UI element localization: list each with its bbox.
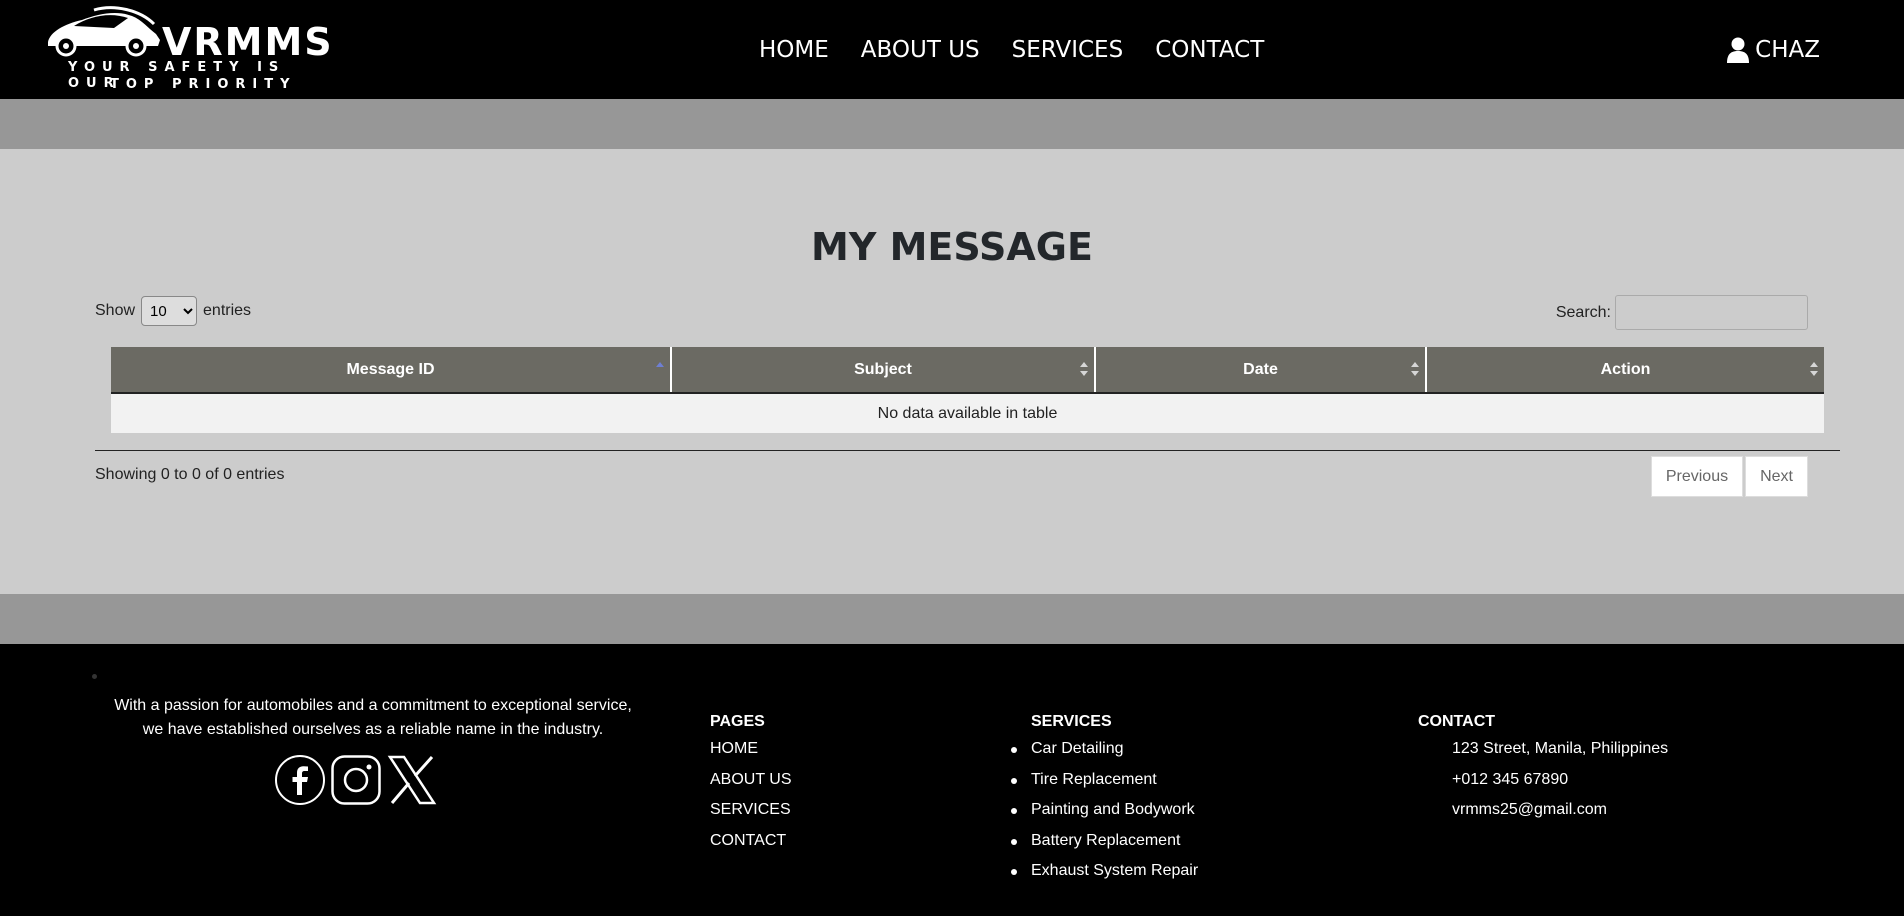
- facebook-icon[interactable]: [275, 755, 325, 805]
- column-header-message-id[interactable]: Message ID: [111, 347, 672, 394]
- column-label: Subject: [854, 360, 912, 378]
- nav-about-us[interactable]: ABOUT US: [861, 34, 980, 66]
- search-input[interactable]: [1615, 295, 1808, 330]
- instagram-icon[interactable]: [331, 755, 381, 805]
- footer-pages-heading: PAGES: [710, 713, 765, 730]
- list-item: Battery Replacement: [1005, 831, 1198, 862]
- sort-ascending-icon: [656, 362, 664, 376]
- footer-about-text: With a passion for automobiles and a com…: [114, 697, 632, 738]
- main-content: MY MESSAGE Show 10 entries Search: Messa…: [0, 149, 1904, 594]
- user-icon: [1727, 37, 1750, 63]
- column-header-action[interactable]: Action: [1426, 347, 1824, 394]
- sort-icon: [1810, 362, 1818, 376]
- footer-link-about-us[interactable]: ABOUT US: [710, 770, 792, 801]
- site-logo[interactable]: VRMMS YOUR SAFETY IS OUR TOP PRIORITY: [44, 6, 344, 94]
- search-label: Search:: [1555, 303, 1611, 321]
- sort-icon: [1411, 362, 1419, 376]
- entries-label: entries: [203, 302, 252, 319]
- logo-tagline-line2: TOP PRIORITY: [110, 77, 297, 92]
- contact-phone: +012 345 67890: [1452, 770, 1569, 788]
- page-length-select[interactable]: 10: [141, 296, 198, 326]
- empty-table-message: No data available in table: [111, 393, 1824, 433]
- table-divider: [95, 450, 1840, 451]
- list-item: Car Detailing: [1005, 739, 1198, 770]
- contact-address: 123 Street, Manila, Philippines: [1452, 740, 1669, 757]
- previous-button[interactable]: Previous: [1650, 456, 1744, 497]
- next-button[interactable]: Next: [1745, 456, 1808, 497]
- show-label: Show: [95, 302, 136, 319]
- footer-contact: CONTACT 123 Street, Manila, Philippines …: [1418, 712, 1668, 831]
- page-length-control: Show 10 entries: [95, 296, 251, 326]
- car-logo-icon: [48, 6, 160, 57]
- page-title: MY MESSAGE: [811, 225, 1093, 269]
- footer-pages: PAGES HOME ABOUT US SERVICES CONTACT: [710, 712, 792, 861]
- x-icon[interactable]: [387, 755, 437, 805]
- bullet-dot: [92, 674, 97, 679]
- column-header-subject[interactable]: Subject: [671, 347, 1096, 394]
- logo-wordmark: VRMMS: [162, 20, 334, 64]
- footer-services-heading: SERVICES: [1031, 713, 1112, 730]
- contact-email[interactable]: vrmms25@gmail.com: [1418, 800, 1668, 831]
- nav-contact[interactable]: CONTACT: [1155, 34, 1264, 66]
- user-menu[interactable]: CHAZ: [1727, 34, 1820, 66]
- footer-link-home[interactable]: HOME: [710, 739, 792, 770]
- footer-band: [0, 594, 1904, 644]
- table-header-row: Message ID Subject Date Action: [111, 347, 1824, 394]
- list-item: Painting and Bodywork: [1005, 800, 1198, 831]
- main-nav: HOME ABOUT US SERVICES CONTACT: [759, 34, 1264, 66]
- table-row: No data available in table: [111, 393, 1824, 433]
- column-label: Date: [1243, 360, 1278, 378]
- nav-services[interactable]: SERVICES: [1012, 34, 1124, 66]
- site-header: VRMMS YOUR SAFETY IS OUR TOP PRIORITY HO…: [0, 0, 1904, 99]
- column-header-date[interactable]: Date: [1095, 347, 1427, 394]
- social-links: [275, 755, 437, 805]
- list-item: Exhaust System Repair: [1005, 861, 1198, 892]
- list-item: Tire Replacement: [1005, 770, 1198, 801]
- table-search: Search:: [1556, 295, 1808, 330]
- footer-link-contact[interactable]: CONTACT: [710, 831, 792, 862]
- nav-home[interactable]: HOME: [759, 34, 829, 66]
- column-label: Action: [1600, 360, 1651, 378]
- column-label: Message ID: [346, 360, 435, 378]
- header-band: [0, 99, 1904, 149]
- footer-services: SERVICES Car Detailing Tire Replacement …: [1011, 712, 1198, 892]
- services-list: Car Detailing Tire Replacement Painting …: [1005, 739, 1198, 892]
- footer-link-services[interactable]: SERVICES: [710, 800, 792, 831]
- sort-icon: [1080, 362, 1088, 376]
- messages-table: Message ID Subject Date Action No data a…: [111, 347, 1824, 433]
- pagination: Previous Next: [1650, 456, 1808, 497]
- user-name: CHAZ: [1755, 37, 1820, 63]
- table-info: Showing 0 to 0 of 0 entries: [95, 466, 285, 483]
- footer-contact-heading: CONTACT: [1418, 713, 1496, 730]
- site-footer: With a passion for automobiles and a com…: [0, 644, 1904, 916]
